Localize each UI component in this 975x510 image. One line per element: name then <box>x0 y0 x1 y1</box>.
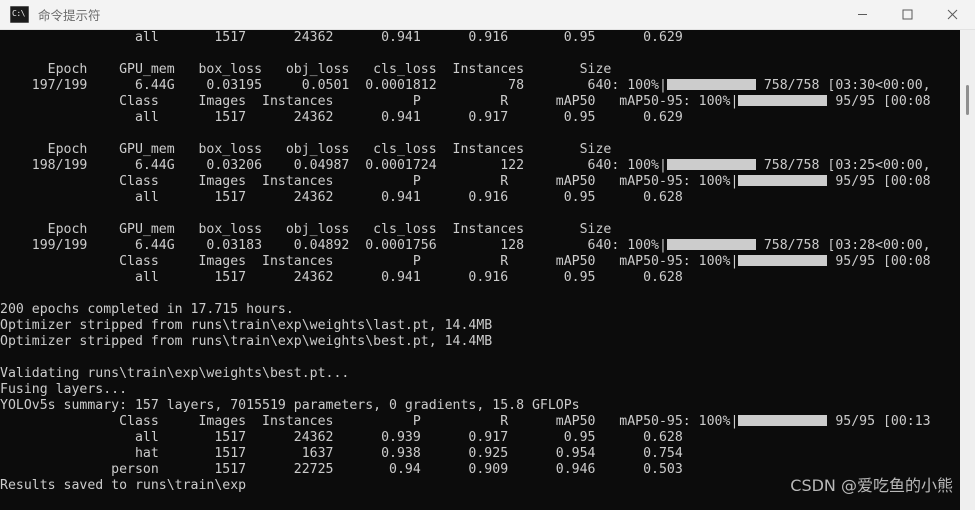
title-bar-left: C:\ 命令提示符 <box>0 5 840 24</box>
terminal-line-suffix: 758/758 [03:28<00:00, <box>755 238 931 253</box>
progress-bar <box>666 239 756 250</box>
terminal-line: Fusing layers... <box>0 382 135 397</box>
terminal-line-suffix: 758/758 [03:25<00:00, <box>755 158 931 173</box>
terminal-line: person 1517 22725 0.94 0.909 0.946 0.503 <box>0 462 683 477</box>
terminal-line-prefix: 197/199 6.44G 0.03195 0.0501 0.0001812 7… <box>0 78 667 93</box>
maximize-icon <box>902 9 913 20</box>
terminal-line-suffix: 95/95 [00:13 <box>827 414 931 429</box>
console-output-area[interactable]: all 1517 24362 0.941 0.916 0.95 0.629 Ep… <box>0 30 960 510</box>
terminal-line: Optimizer stripped from runs\train\exp\w… <box>0 318 493 333</box>
progress-bar <box>738 95 828 106</box>
terminal-line-suffix: 95/95 [00:08 <box>827 94 931 109</box>
terminal-line: 200 epochs completed in 17.715 hours. <box>0 302 294 317</box>
terminal-line-prefix: 198/199 6.44G 0.03206 0.04987 0.0001724 … <box>0 158 667 173</box>
terminal-line: Epoch GPU_mem box_loss obj_loss cls_loss… <box>0 222 612 237</box>
terminal-line: Class Images Instances P R mAP50 mAP50-9… <box>0 414 931 430</box>
window-title: 命令提示符 <box>38 8 101 23</box>
terminal-line: Epoch GPU_mem box_loss obj_loss cls_loss… <box>0 142 612 157</box>
terminal-line: all 1517 24362 0.941 0.917 0.95 0.629 <box>0 110 683 125</box>
terminal-text: all 1517 24362 0.941 0.916 0.95 0.629 Ep… <box>0 30 931 494</box>
terminal-line: all 1517 24362 0.939 0.917 0.95 0.628 <box>0 430 683 445</box>
command-prompt-window: C:\ 命令提示符 all 1517 24362 0.941 0.916 0.9… <box>0 0 975 510</box>
close-icon <box>947 9 958 20</box>
terminal-line: 198/199 6.44G 0.03206 0.04987 0.0001724 … <box>0 158 931 174</box>
terminal-line-prefix: Class Images Instances P R mAP50 mAP50-9… <box>0 174 739 189</box>
terminal-line: Results saved to runs\train\exp <box>0 478 247 493</box>
terminal-line: Class Images Instances P R mAP50 mAP50-9… <box>0 174 931 190</box>
terminal-line: hat 1517 1637 0.938 0.925 0.954 0.754 <box>0 446 683 461</box>
terminal-line-prefix: Class Images Instances P R mAP50 mAP50-9… <box>0 414 739 429</box>
terminal-line: all 1517 24362 0.941 0.916 0.95 0.629 <box>0 30 683 45</box>
terminal-line-prefix: 199/199 6.44G 0.03183 0.04892 0.0001756 … <box>0 238 667 253</box>
minimize-button[interactable] <box>840 0 885 30</box>
terminal-line-suffix: 758/758 [03:30<00:00, <box>755 78 931 93</box>
terminal-line: 197/199 6.44G 0.03195 0.0501 0.0001812 7… <box>0 78 931 94</box>
progress-bar <box>738 175 828 186</box>
terminal-line-prefix: Class Images Instances P R mAP50 mAP50-9… <box>0 254 739 269</box>
terminal-line: Class Images Instances P R mAP50 mAP50-9… <box>0 254 931 270</box>
terminal-line: Class Images Instances P R mAP50 mAP50-9… <box>0 94 931 110</box>
terminal-line: Optimizer stripped from runs\train\exp\w… <box>0 334 493 349</box>
close-button[interactable] <box>930 0 975 30</box>
scrollbar-thumb[interactable] <box>966 85 969 115</box>
title-bar[interactable]: C:\ 命令提示符 <box>0 0 975 30</box>
vertical-scrollbar[interactable] <box>960 30 975 510</box>
terminal-line-prefix: Class Images Instances P R mAP50 mAP50-9… <box>0 94 739 109</box>
terminal-line-suffix: 95/95 [00:08 <box>827 174 931 189</box>
progress-bar <box>738 415 828 426</box>
command-prompt-icon-glyph: C:\ <box>12 9 25 18</box>
terminal-line: 199/199 6.44G 0.03183 0.04892 0.0001756 … <box>0 238 931 254</box>
progress-bar <box>666 159 756 170</box>
terminal-line: Epoch GPU_mem box_loss obj_loss cls_loss… <box>0 62 612 77</box>
progress-bar <box>738 255 828 266</box>
progress-bar <box>666 79 756 90</box>
minimize-icon <box>858 14 867 15</box>
terminal-line: YOLOv5s summary: 157 layers, 7015519 par… <box>0 398 580 413</box>
maximize-button[interactable] <box>885 0 930 30</box>
terminal-line: all 1517 24362 0.941 0.916 0.95 0.628 <box>0 190 683 205</box>
terminal-line: all 1517 24362 0.941 0.916 0.95 0.628 <box>0 270 683 285</box>
terminal-line: Validating runs\train\exp\weights\best.p… <box>0 366 350 381</box>
command-prompt-icon: C:\ <box>10 6 29 23</box>
window-controls <box>840 0 975 30</box>
terminal-line-suffix: 95/95 [00:08 <box>827 254 931 269</box>
